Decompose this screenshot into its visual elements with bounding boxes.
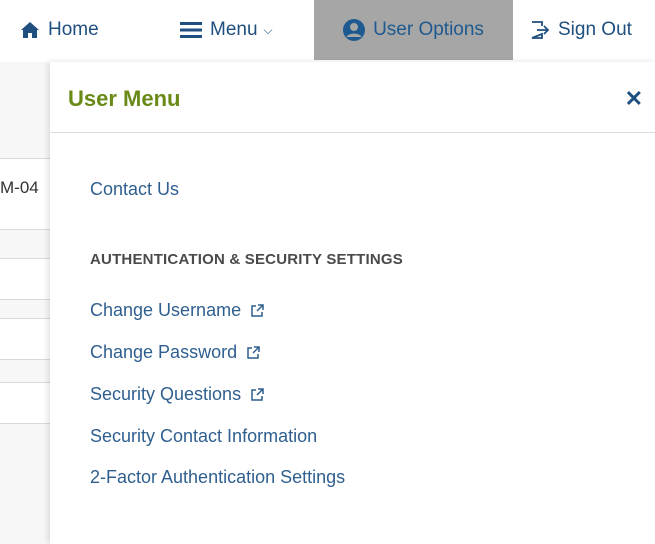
security-contact-label: Security Contact Information [90,426,318,446]
two-factor-settings-label: 2-Factor Authentication Settings [90,467,346,487]
external-link-icon [251,388,264,401]
background-cell [0,318,50,360]
background-cell-text: 04-M [0,178,39,197]
panel-title: User Menu [68,86,181,111]
close-icon[interactable]: ✕ [625,88,643,110]
change-password-label: Change Password [90,342,238,362]
contact-us-label: Contact Us [90,179,180,199]
nav-sign-out-label: Sign Out [558,19,632,40]
nav-user-options[interactable]: User Options [314,0,513,60]
nav-menu[interactable]: Menu ⌵ [180,0,273,60]
nav-menu-label: Menu [210,19,258,40]
change-password-link[interactable]: Change Password [90,342,260,363]
nav-sign-out[interactable]: Sign Out [530,0,632,60]
security-questions-link[interactable]: Security Questions [90,384,264,405]
chevron-down-icon: ⌵ [263,22,273,37]
panel-header: User Menu ✕ [50,62,655,133]
sign-out-icon [530,20,550,40]
nav-home[interactable]: Home [20,0,99,60]
contact-us-link[interactable]: Contact Us [90,179,179,200]
external-link-icon [247,346,260,359]
background-page [0,62,50,544]
background-cell [0,382,50,424]
section-heading: AUTHENTICATION & SECURITY SETTINGS [90,251,403,268]
external-link-icon [251,304,264,317]
nav-user-options-label: User Options [373,19,484,40]
security-contact-link[interactable]: Security Contact Information [90,426,317,447]
security-questions-label: Security Questions [90,384,242,404]
top-navigation-bar: Home Menu ⌵ User Options Sign Out [0,0,655,60]
home-icon [20,21,40,39]
two-factor-settings-link[interactable]: 2-Factor Authentication Settings [90,467,345,488]
user-circle-icon [343,19,366,41]
background-cell [0,258,50,300]
hamburger-icon [180,22,202,38]
change-username-link[interactable]: Change Username [90,300,264,321]
user-menu-panel: User Menu ✕ Contact Us AUTHENTICATION & … [50,62,655,544]
nav-home-label: Home [48,19,99,40]
change-username-label: Change Username [90,300,242,320]
